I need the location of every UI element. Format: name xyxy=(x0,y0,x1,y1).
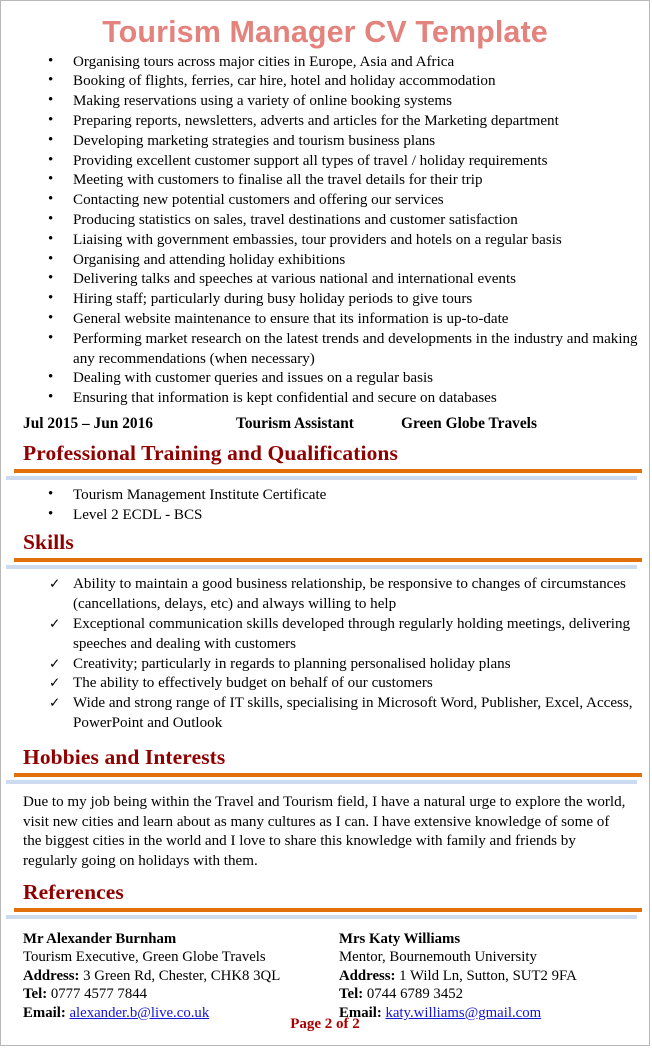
tel-value: 0744 6789 3452 xyxy=(366,986,464,1003)
list-item: Hiring staff; particularly during busy h… xyxy=(1,289,649,310)
job-entry-row: Jul 2015 – Jun 2016 Tourism Assistant Gr… xyxy=(1,414,649,436)
cv-page: Tourism Manager CV Template Organising t… xyxy=(0,0,650,1046)
address-label: Address: xyxy=(339,967,396,984)
list-item: Making reservations using a variety of o… xyxy=(1,91,649,112)
section-heading-references: References xyxy=(23,880,124,905)
references-block: Mr Alexander Burnham Tourism Executive, … xyxy=(1,930,649,1025)
tel-label: Tel: xyxy=(23,986,48,1003)
section-heading-training: Professional Training and Qualifications xyxy=(23,440,398,465)
page-title: Tourism Manager CV Template xyxy=(102,15,548,49)
address-label: Address: xyxy=(23,967,80,984)
job-title: Tourism Assistant xyxy=(236,414,354,432)
divider-orange xyxy=(14,772,642,777)
job-dates: Jul 2015 – Jun 2016 xyxy=(23,414,153,432)
list-item: Exceptional communication skills develop… xyxy=(1,615,649,655)
list-item: Meeting with customers to finalise all t… xyxy=(1,170,649,191)
section-heading-hobbies: Hobbies and Interests xyxy=(23,744,226,769)
list-item: Delivering talks and speeches at various… xyxy=(1,269,649,290)
address-value: 3 Green Rd, Chester, CHK8 3QL xyxy=(83,967,281,984)
list-item: General website maintenance to ensure th… xyxy=(1,309,649,330)
list-item: Ensuring that information is kept confid… xyxy=(1,388,649,409)
list-item: The ability to effectively budget on beh… xyxy=(1,674,649,694)
list-item: Ability to maintain a good business rela… xyxy=(1,575,649,615)
divider-blue xyxy=(6,915,637,920)
reference-role: Mentor, Bournemouth University xyxy=(339,949,537,966)
list-item: Providing excellent customer support all… xyxy=(1,151,649,172)
section-heading-skills: Skills xyxy=(23,530,74,555)
divider-blue xyxy=(6,779,637,784)
list-item: Organising tours across major cities in … xyxy=(1,52,649,73)
section-divider xyxy=(1,908,649,920)
section-divider xyxy=(1,558,649,570)
reference-role: Tourism Executive, Green Globe Travels xyxy=(23,949,266,966)
hobbies-paragraph: Due to my job being within the Travel an… xyxy=(23,793,626,870)
list-item: Preparing reports, newsletters, adverts … xyxy=(1,111,649,132)
divider-orange xyxy=(14,468,642,473)
list-item: Level 2 ECDL - BCS xyxy=(1,505,649,526)
tel-value: 0777 4577 7844 xyxy=(50,986,148,1003)
list-item: Liaising with government embassies, tour… xyxy=(1,230,649,251)
list-item: Organising and attending holiday exhibit… xyxy=(1,250,649,271)
skills-list: Ability to maintain a good business rela… xyxy=(1,575,649,733)
reference-address: Address: 1 Wild Ln, Sutton, SUT2 9FA xyxy=(339,967,577,985)
list-item: Booking of flights, ferries, car hire, h… xyxy=(1,71,649,92)
training-list: Tourism Management Institute Certificate… xyxy=(1,485,649,526)
address-value: 1 Wild Ln, Sutton, SUT2 9FA xyxy=(399,967,577,984)
reference-entry: Mrs Katy Williams Mentor, Bournemouth Un… xyxy=(339,930,577,1022)
tel-label: Tel: xyxy=(339,986,364,1003)
reference-address: Address: 3 Green Rd, Chester, CHK8 3QL xyxy=(23,967,280,985)
section-divider xyxy=(1,772,649,784)
divider-orange xyxy=(14,908,642,913)
list-item: Wide and strong range of IT skills, spec… xyxy=(1,694,649,734)
reference-tel: Tel: 0777 4577 7844 xyxy=(23,985,280,1003)
list-item: Creativity; particularly in regards to p… xyxy=(1,655,649,675)
list-item: Dealing with customer queries and issues… xyxy=(1,368,649,389)
duties-list: Organising tours across major cities in … xyxy=(1,52,649,409)
job-company: Green Globe Travels xyxy=(401,414,537,432)
reference-entry: Mr Alexander Burnham Tourism Executive, … xyxy=(23,930,280,1022)
list-item: Contacting new potential customers and o… xyxy=(1,190,649,211)
list-item: Developing marketing strategies and tour… xyxy=(1,131,649,152)
divider-orange xyxy=(14,558,642,563)
reference-name: Mrs Katy Williams xyxy=(339,931,461,948)
page-footer: Page 2 of 2 xyxy=(290,1016,360,1032)
list-item: Performing market research on the latest… xyxy=(1,329,649,370)
section-divider xyxy=(1,468,649,480)
reference-name: Mr Alexander Burnham xyxy=(23,931,177,948)
reference-tel: Tel: 0744 6789 3452 xyxy=(339,985,577,1003)
list-item: Producing statistics on sales, travel de… xyxy=(1,210,649,231)
list-item: Tourism Management Institute Certificate xyxy=(1,485,649,506)
